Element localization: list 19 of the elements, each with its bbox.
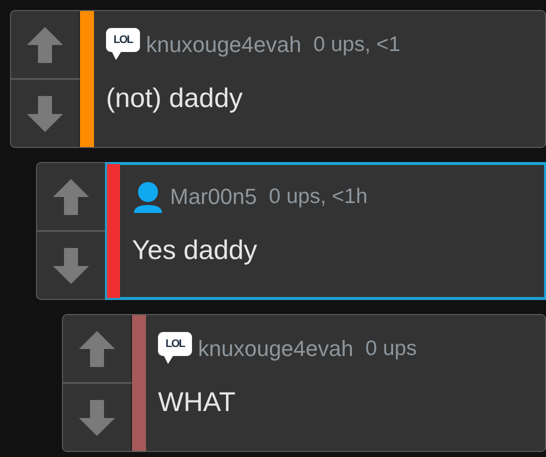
comment-text: Yes daddy xyxy=(132,235,258,266)
down-arrow-icon xyxy=(77,398,117,438)
downvote-button[interactable] xyxy=(63,382,132,451)
username-link[interactable]: Mar00n5 xyxy=(170,184,257,210)
username-link[interactable]: knuxouge4evah xyxy=(146,32,302,58)
down-arrow-icon xyxy=(51,246,91,286)
comment-text: WHAT xyxy=(158,387,236,418)
up-arrow-icon xyxy=(51,176,91,216)
user-icon xyxy=(132,181,164,213)
up-arrow-icon xyxy=(77,328,117,368)
comment-meta: 0 ups, <1 xyxy=(313,33,400,57)
up-arrow-icon xyxy=(25,24,65,64)
comment-text: (not) daddy xyxy=(106,83,244,114)
down-arrow-icon xyxy=(25,94,65,134)
comment-meta: 0 ups, <1h xyxy=(268,185,368,209)
downvote-button[interactable] xyxy=(37,230,106,299)
username-link[interactable]: knuxouge4evah xyxy=(198,336,354,362)
comment-meta: 0 ups xyxy=(365,337,417,361)
downvote-button[interactable] xyxy=(11,78,80,147)
